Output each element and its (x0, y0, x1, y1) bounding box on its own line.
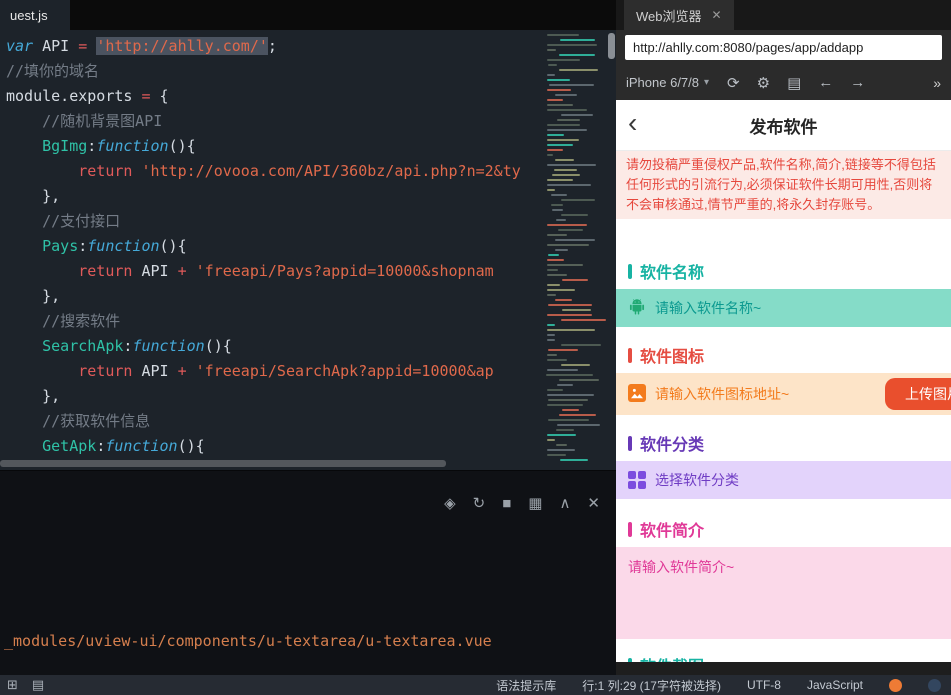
section-label: 软件截图 (640, 653, 704, 662)
name-placeholder: 请输入软件名称~ (655, 300, 762, 316)
gear-icon[interactable]: ⚙ (757, 74, 770, 92)
back-icon[interactable]: ← (818, 74, 833, 92)
screenshot-icon[interactable]: ▦ (528, 495, 542, 513)
webview: ‹ 发布软件 请勿投稿严重侵权产品,软件名称,简介,链接等不得包括任何形式的引流… (616, 100, 951, 662)
syntax-hint-item[interactable]: 语法提示库 (496, 677, 556, 694)
accent-bar (628, 657, 632, 662)
console-toolbar: ◈ ↻ ■ ▦ ∧ ✕ (444, 495, 600, 513)
page-navbar: ‹ 发布软件 (616, 100, 951, 151)
section-header-name: 软件名称 (616, 253, 951, 289)
cursor-position-item[interactable]: 行:1 列:29 (17字符被选择) (582, 677, 721, 694)
intro-textarea[interactable]: 请输入软件简介~ (616, 547, 951, 639)
editor-tab-label: uest.js (10, 7, 48, 23)
accent-bar (628, 263, 632, 279)
notification-badge-orange[interactable] (889, 678, 902, 692)
icon-url-input[interactable]: 请输入软件图标地址~ 上传图片 (616, 373, 951, 415)
console-path-line[interactable]: _modules/uview-ui/components/u-textarea/… (4, 630, 492, 653)
accent-bar (628, 521, 632, 537)
section-header-icon: 软件图标 (616, 337, 951, 373)
statusbar-left-icons: ⊞ ▤ (0, 677, 44, 693)
terminal-icon[interactable]: ⊞ (7, 677, 18, 693)
editor-tabbar: uest.js (0, 0, 616, 30)
run-icon[interactable]: ↻ (473, 495, 486, 513)
browser-tabbar: Web浏览器 ✕ (616, 0, 951, 30)
encoding-item[interactable]: UTF-8 (747, 678, 781, 692)
ide-pane: uest.js var API = 'http://ahlly.com/';//… (0, 0, 616, 676)
grid-icon (628, 471, 646, 489)
chevron-down-icon[interactable]: ▾ (704, 77, 709, 88)
forward-icon[interactable]: → (850, 74, 865, 92)
warning-notice: 请勿投稿严重侵权产品,软件名称,简介,链接等不得包括任何形式的引流行为,必须保证… (616, 151, 951, 219)
device-selector[interactable]: iPhone 6/7/8 (626, 75, 699, 90)
accent-bar (628, 435, 632, 451)
language-item[interactable]: JavaScript (807, 678, 863, 692)
app-window: uest.js var API = 'http://ahlly.com/';//… (0, 0, 951, 695)
collapse-icon[interactable]: ∧ (559, 495, 570, 513)
close-console-icon[interactable]: ✕ (587, 495, 600, 513)
editor-tab-requestjs[interactable]: uest.js (0, 0, 70, 30)
console-panel: ◈ ↻ ■ ▦ ∧ ✕ _modules/uview-ui/components/u-te… (0, 470, 616, 676)
console-log-icon[interactable]: ▤ (787, 74, 801, 92)
vertical-scrollbar[interactable] (608, 33, 615, 59)
rotate-device-icon[interactable]: ⟳ (727, 74, 740, 92)
browser-pane: Web浏览器 ✕ http://ahlly.com:8080/pages/app… (616, 0, 951, 675)
close-icon[interactable]: ✕ (712, 8, 722, 22)
browser-tab[interactable]: Web浏览器 ✕ (624, 0, 734, 30)
upload-image-button[interactable]: 上传图片 (885, 378, 951, 410)
url-bar: http://ahlly.com:8080/pages/app/addapp (616, 30, 951, 65)
code-lines: var API = 'http://ahlly.com/';//填你的域名 mod… (6, 37, 521, 455)
status-bar: ⊞ ▤ 语法提示库 行:1 列:29 (17字符被选择) UTF-8 JavaS… (0, 675, 951, 695)
statusbar-right: 语法提示库 行:1 列:29 (17字符被选择) UTF-8 JavaScrip… (496, 677, 951, 694)
code-editor[interactable]: var API = 'http://ahlly.com/';//填你的域名 mod… (0, 30, 616, 470)
log-icon[interactable]: ▤ (32, 677, 44, 693)
android-icon (628, 298, 646, 319)
name-input[interactable]: 请输入软件名称~ (616, 289, 951, 327)
more-icon[interactable]: » (933, 75, 941, 91)
page-title: 发布软件 (749, 117, 818, 137)
section-header-intro: 软件简介 (616, 511, 951, 547)
minimap[interactable] (546, 34, 606, 464)
browser-toolbar: iPhone 6/7/8 ▾ ⟳ ⚙ ▤ ← → » (616, 65, 951, 100)
back-chevron-icon[interactable]: ‹ (628, 107, 637, 139)
url-input[interactable]: http://ahlly.com:8080/pages/app/addapp (625, 35, 942, 60)
section-header-screenshot: 软件截图 (616, 647, 951, 662)
category-picker[interactable]: 选择软件分类 (616, 461, 951, 499)
horizontal-scrollbar[interactable] (0, 460, 446, 467)
category-placeholder: 选择软件分类 (655, 472, 739, 488)
stop-icon[interactable]: ■ (502, 495, 511, 513)
section-label: 软件简介 (640, 523, 705, 540)
notification-badge-blue[interactable] (928, 678, 941, 692)
section-header-category: 软件分类 (616, 425, 951, 461)
image-icon (628, 383, 646, 405)
accent-bar (628, 347, 632, 363)
browser-tab-label: Web浏览器 (636, 8, 702, 24)
section-label: 软件名称 (640, 265, 705, 282)
icon-placeholder: 请输入软件图标地址~ (655, 386, 790, 402)
toolbar-icons: ⟳ ⚙ ▤ ← → (727, 74, 865, 92)
section-label: 软件图标 (640, 349, 705, 366)
debug-icon[interactable]: ◈ (444, 495, 456, 513)
section-label: 软件分类 (640, 437, 705, 454)
